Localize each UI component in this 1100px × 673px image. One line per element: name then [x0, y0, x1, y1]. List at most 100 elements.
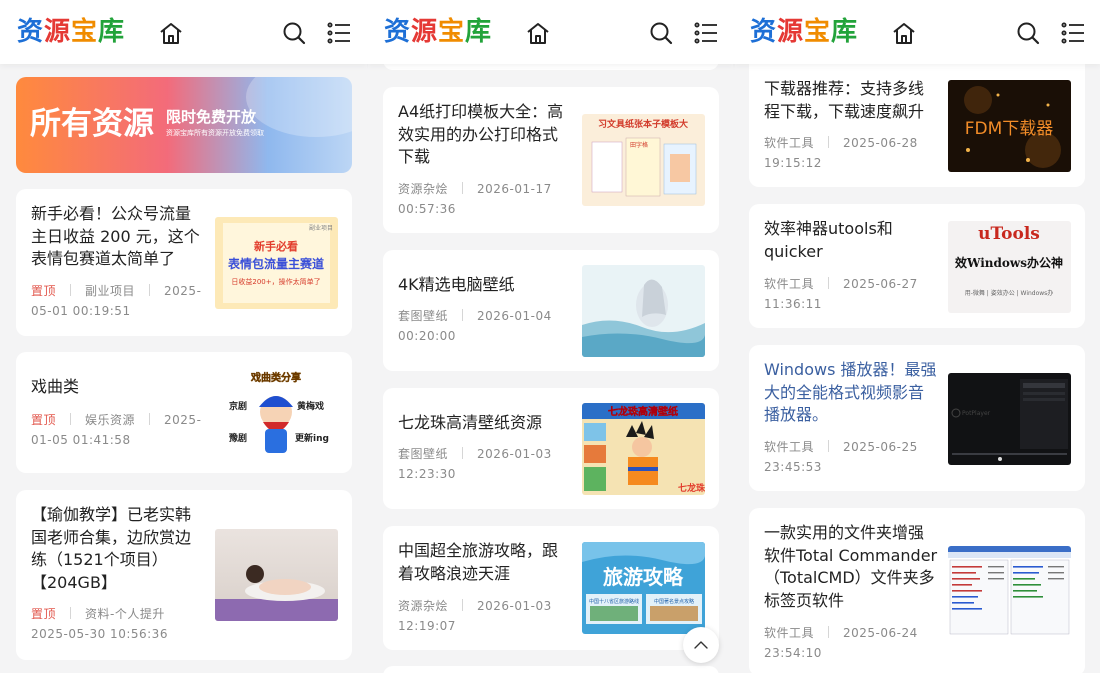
article-title[interactable]: 一款实用的文件夹增强软件Total Commander（TotalCMD）文件夹…	[764, 522, 939, 612]
article-category[interactable]: 软件工具	[764, 136, 814, 150]
article-meta: 置顶 资料-个人提升 2025-05-30 10:56:36	[31, 604, 231, 644]
article-card[interactable]: 戏曲类 置顶 娱乐资源 2025- 01-05 01:41:58 戏曲类分享 京剧 …	[16, 352, 352, 473]
phone-screen-2[interactable]: 资源宝库 A4纸打印模板大全：高效实用的办公打印格式下载 资源杂烩 2026-01…	[367, 0, 735, 673]
article-title[interactable]: Windows 播放器！最强大的全能格式视频影音播放器。	[764, 359, 939, 427]
article-time: 05-01 00:19:51	[31, 304, 131, 318]
article-card[interactable]: 新手必看！公众号流量主日收益 200 元，这个表情包赛道太简单了 置顶 副业项目 2…	[16, 189, 352, 336]
svg-text:七龙珠高清壁纸: 七龙珠高清壁纸	[608, 405, 678, 418]
article-title[interactable]: 戏曲类	[31, 376, 206, 399]
article-thumbnail[interactable]	[582, 265, 705, 357]
home-icon[interactable]	[891, 20, 917, 46]
article-card[interactable]: 【瑜伽教学】已老实韩国老师合集，边欣赏边练（1521个项目）【204GB】 置顶…	[16, 490, 352, 660]
article-card[interactable]: 一款实用的文件夹增强软件Total Commander（TotalCMD）文件夹…	[749, 508, 1085, 673]
svg-text:副业项目: 副业项目	[309, 224, 333, 232]
svg-text:PotPlayer: PotPlayer	[962, 410, 991, 417]
article-time: 12:23:30	[398, 467, 456, 481]
article-time: 00:57:36	[398, 202, 456, 216]
article-category[interactable]: 套图壁纸	[398, 447, 448, 461]
logo-char: 资	[384, 17, 412, 47]
logo-char: 源	[411, 17, 439, 47]
article-card[interactable]: 中国超全旅游攻略，跟着攻略浪迹天涯 资源杂烩 2026-01-03 12:19:0…	[383, 526, 719, 650]
article-title[interactable]: 七龙珠高清壁纸资源	[398, 412, 573, 435]
search-icon[interactable]	[281, 20, 307, 46]
article-date: 2026-01-03	[477, 599, 552, 613]
article-time: 01-05 01:41:58	[31, 433, 131, 447]
logo-char: 库	[831, 17, 859, 47]
svg-text:表情包流量主赛道: 表情包流量主赛道	[227, 256, 324, 271]
phone-screen-3[interactable]: 资源宝库 下载器推荐：支持多线程下载，下载速度飙升 软件工具 2025-06-28…	[733, 0, 1100, 673]
article-category[interactable]: 资源杂烩	[398, 182, 448, 196]
svg-text:FDM下载器: FDM下载器	[965, 119, 1054, 139]
article-title[interactable]: 下载器推荐：支持多线程下载，下载速度飙升	[764, 78, 939, 123]
article-category[interactable]: 资料-个人提升	[85, 607, 165, 621]
article-thumbnail[interactable]: 习文具纸张本子模板大 田字格	[582, 114, 705, 206]
article-meta: 置顶 娱乐资源 2025- 01-05 01:41:58	[31, 410, 206, 450]
article-meta: 套图壁纸 2026-01-04 00:20:00	[398, 306, 573, 346]
site-logo[interactable]: 资源宝库	[384, 14, 492, 50]
article-date: 2026-01-03	[477, 447, 552, 461]
article-thumbnail[interactable]	[948, 546, 1071, 638]
top-bar: 资源宝库	[367, 0, 735, 64]
svg-text:更新ing: 更新ing	[295, 432, 329, 444]
article-date: 2025-05-30 10:56:36	[31, 627, 168, 641]
article-card[interactable]: 效率神器utools和quicker 软件工具 2025-06-27 11:36:…	[749, 204, 1085, 328]
article-card[interactable]: 七龙珠高清壁纸资源 套图壁纸 2026-01-03 12:23:30 七龙珠高清壁…	[383, 388, 719, 509]
menu-list-icon[interactable]	[326, 20, 352, 46]
article-meta: 软件工具 2025-06-28 19:15:12	[764, 133, 939, 173]
article-thumbnail[interactable]: 戏曲类分享 京剧 黄梅戏 豫剧 更新ing	[215, 367, 338, 459]
site-logo[interactable]: 资源宝库	[17, 14, 125, 50]
promo-banner[interactable]: 所有资源 限时免费开放 资源宝库所有资源开放免费领取	[16, 77, 352, 173]
menu-list-icon[interactable]	[693, 20, 719, 46]
article-card[interactable]: 4K精选电脑壁纸 套图壁纸 2026-01-04 00:20:00	[383, 250, 719, 371]
article-card[interactable]	[383, 666, 719, 673]
article-thumbnail[interactable]	[215, 529, 338, 621]
article-meta: 资源杂烩 2026-01-03 12:19:07	[398, 596, 573, 636]
banner-headline: 所有资源	[30, 106, 154, 142]
back-to-top-button[interactable]	[683, 627, 719, 663]
logo-char: 源	[777, 17, 805, 47]
article-category[interactable]: 软件工具	[764, 626, 814, 640]
site-logo[interactable]: 资源宝库	[750, 14, 858, 50]
article-card[interactable]: A4纸打印模板大全：高效实用的办公打印格式下载 资源杂烩 2026-01-17 0…	[383, 87, 719, 233]
menu-list-icon[interactable]	[1060, 20, 1086, 46]
search-icon[interactable]	[1015, 20, 1041, 46]
article-category[interactable]: 副业项目	[85, 284, 135, 298]
home-icon[interactable]	[525, 20, 551, 46]
article-title[interactable]: 【瑜伽教学】已老实韩国老师合集，边欣赏边练（1521个项目）【204GB】	[31, 504, 206, 594]
article-date: 2026-01-17	[477, 182, 552, 196]
article-time: 23:45:53	[764, 460, 822, 474]
svg-text:中国著名景点攻略: 中国著名景点攻略	[654, 598, 694, 605]
article-category[interactable]: 娱乐资源	[85, 413, 135, 427]
article-title[interactable]: 新手必看！公众号流量主日收益 200 元，这个表情包赛道太简单了	[31, 203, 206, 271]
article-title[interactable]: 4K精选电脑壁纸	[398, 274, 573, 297]
article-card[interactable]: Windows 播放器！最强大的全能格式视频影音播放器。 软件工具 2025-06…	[749, 345, 1085, 491]
article-thumbnail[interactable]: 七龙珠高清壁纸 七龙珠	[582, 403, 705, 495]
article-category[interactable]: 软件工具	[764, 277, 814, 291]
logo-char: 资	[750, 17, 778, 47]
article-title[interactable]: 效率神器utools和quicker	[764, 218, 939, 263]
article-thumbnail[interactable]: uTools 效Windows办公神 用-微舞 | 姿效办公 | Windows…	[948, 221, 1071, 313]
article-date: 2025-06-24	[843, 626, 918, 640]
article-thumbnail[interactable]: PotPlayer	[948, 373, 1071, 465]
article-category[interactable]: 套图壁纸	[398, 309, 448, 323]
phone-screen-1[interactable]: 资源宝库 所有资源 限时免费开放 资源宝库所有资源开放免费领取 新手必看！公众号…	[0, 0, 368, 673]
article-date: 2025-	[164, 284, 202, 298]
search-icon[interactable]	[648, 20, 674, 46]
article-thumbnail[interactable]: FDM下载器	[948, 80, 1071, 172]
top-bar: 资源宝库	[0, 0, 368, 64]
svg-text:田字格: 田字格	[630, 141, 648, 149]
logo-char: 宝	[438, 17, 466, 47]
svg-text:用-微舞 | 姿效办公 | Windows办: 用-微舞 | 姿效办公 | Windows办	[965, 289, 1054, 297]
article-time: 23:54:10	[764, 646, 822, 660]
article-meta: 资源杂烩 2026-01-17 00:57:36	[398, 179, 573, 219]
chevron-up-icon	[694, 641, 708, 649]
article-title[interactable]: A4纸打印模板大全：高效实用的办公打印格式下载	[398, 101, 573, 169]
article-thumbnail[interactable]: 旅游攻略 中国十八省区旅游路线 中国著名景点攻略	[582, 542, 705, 634]
article-thumbnail[interactable]: 副业项目 新手必看 表情包流量主赛道 日收益200+，操作太简单了	[215, 217, 338, 309]
article-category[interactable]: 软件工具	[764, 440, 814, 454]
article-category[interactable]: 资源杂烩	[398, 599, 448, 613]
article-title[interactable]: 中国超全旅游攻略，跟着攻略浪迹天涯	[398, 540, 573, 585]
home-icon[interactable]	[158, 20, 184, 46]
article-date: 2025-06-27	[843, 277, 918, 291]
article-card[interactable]: 下载器推荐：支持多线程下载，下载速度飙升 软件工具 2025-06-28 19:1…	[749, 50, 1085, 187]
